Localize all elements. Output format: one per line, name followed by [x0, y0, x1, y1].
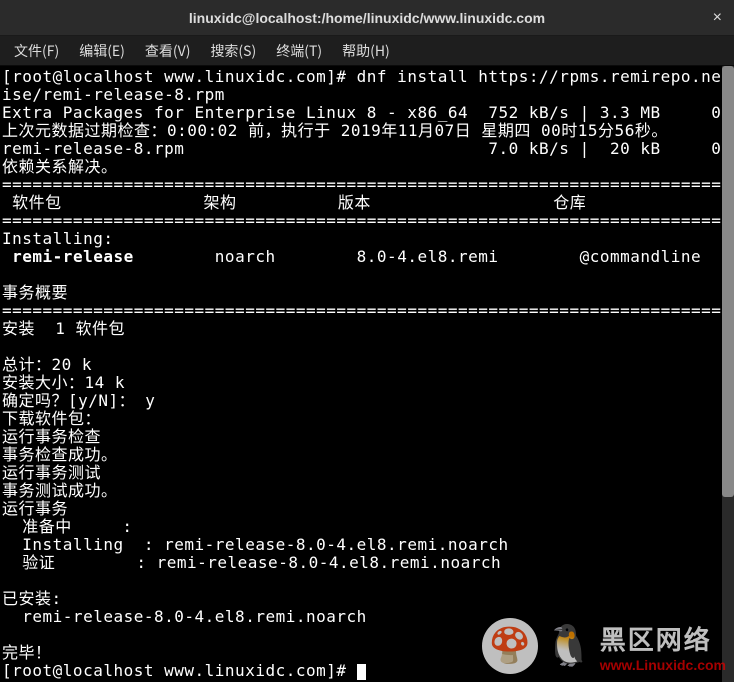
terminal-line: Installing:: [2, 229, 113, 248]
watermark-en: www.Linuxidc.com: [600, 657, 726, 673]
terminal-line: ========================================…: [2, 211, 722, 230]
terminal-line: 运行事务: [2, 499, 68, 518]
menu-file[interactable]: 文件(F): [4, 37, 69, 65]
terminal-line: 总计：20 k: [2, 355, 92, 374]
menu-edit[interactable]: 编辑(E): [69, 37, 135, 65]
terminal-line: ise/remi-release-8.rpm: [2, 85, 225, 104]
terminal-cursor: [357, 664, 366, 680]
terminal-line: 事务概要: [2, 283, 68, 302]
terminal-line: ========================================…: [2, 301, 722, 320]
titlebar: linuxidc@localhost:/home/linuxidc/www.li…: [0, 0, 734, 36]
terminal-line: 安装 1 软件包: [2, 319, 125, 338]
menu-view[interactable]: 查看(V): [135, 37, 201, 65]
menu-help[interactable]: 帮助(H): [332, 37, 400, 65]
menubar: 文件(F) 编辑(E) 查看(V) 搜索(S) 终端(T) 帮助(H): [0, 36, 734, 66]
terminal-line: 确定吗？[y/N]： y: [2, 391, 155, 410]
terminal-line: 运行事务测试: [2, 463, 101, 482]
watermark: 🍄 🐧 黑区网络 www.Linuxidc.com: [482, 618, 726, 674]
package-name: remi-release: [12, 247, 134, 266]
terminal-line: [2, 247, 12, 266]
terminal-line: 软件包 架构 版本 仓库 大小: [2, 193, 722, 212]
terminal-line: remi-release-8.0-4.el8.remi.noarch: [2, 607, 367, 626]
terminal-line: [root@localhost www.linuxidc.com]# dnf i…: [2, 67, 722, 86]
terminal-line: Extra Packages for Enterprise Linux 8 - …: [2, 103, 722, 122]
terminal-line: Installing : remi-release-8.0-4.el8.remi…: [2, 535, 722, 554]
terminal-line: 已安装:: [2, 589, 62, 608]
terminal-line: 事务测试成功。: [2, 481, 118, 500]
menu-terminal[interactable]: 终端(T): [266, 37, 332, 65]
terminal-wrapper: [root@localhost www.linuxidc.com]# dnf i…: [0, 66, 734, 682]
terminal-line: 安装大小：14 k: [2, 373, 125, 392]
penguin-icon: 🐧: [544, 626, 594, 666]
close-icon[interactable]: ×: [713, 9, 722, 27]
watermark-cn: 黑区网络: [600, 620, 712, 657]
terminal-line: 验证 : remi-release-8.0-4.el8.remi.noarch …: [2, 553, 722, 572]
terminal-prompt: [root@localhost www.linuxidc.com]#: [2, 661, 357, 680]
terminal-output[interactable]: [root@localhost www.linuxidc.com]# dnf i…: [0, 66, 722, 682]
terminal-line: 运行事务检查: [2, 427, 101, 446]
terminal-line: remi-release-8.rpm 7.0 kB/s | 20 kB 00:0…: [2, 139, 722, 158]
scrollbar-thumb[interactable]: [722, 66, 734, 497]
terminal-line: 完毕！: [2, 643, 52, 662]
scrollbar[interactable]: [722, 66, 734, 682]
terminal-line: 准备中 : 1/1: [2, 517, 722, 536]
watermark-text: 黑区网络 www.Linuxidc.com: [600, 620, 726, 673]
menu-search[interactable]: 搜索(S): [200, 37, 266, 65]
terminal-line: 事务检查成功。: [2, 445, 118, 464]
terminal-line: 下载软件包：: [2, 409, 101, 428]
terminal-line: 上次元数据过期检查：0:00:02 前，执行于 2019年11月07日 星期四 …: [2, 121, 668, 140]
terminal-line: noarch 8.0-4.el8.remi @commandline 20 k: [134, 247, 722, 266]
window-title: linuxidc@localhost:/home/linuxidc/www.li…: [189, 10, 545, 26]
terminal-line: ========================================…: [2, 175, 722, 194]
watermark-logo-icon: 🍄: [482, 618, 538, 674]
terminal-line: 依赖关系解决。: [2, 157, 118, 176]
